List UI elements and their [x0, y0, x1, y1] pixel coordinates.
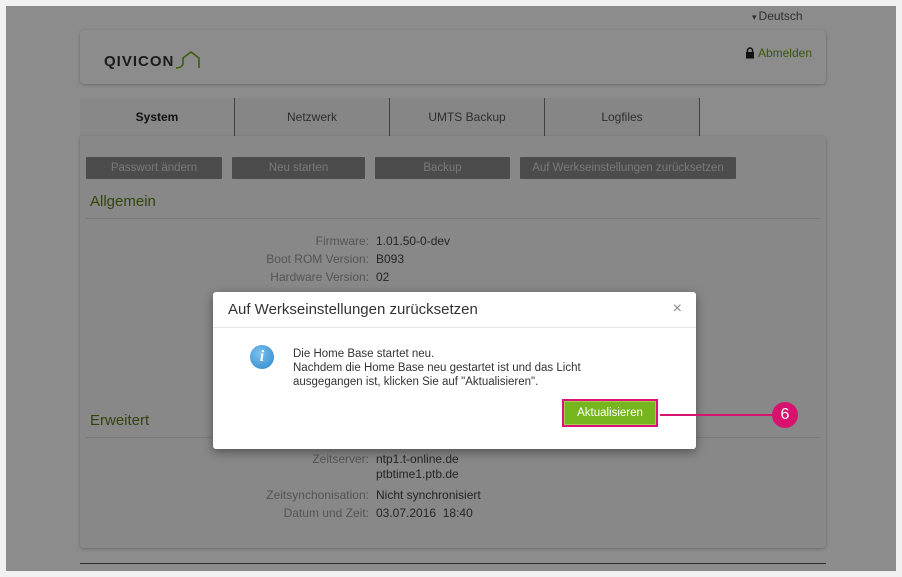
info-icon: i [250, 345, 274, 369]
dialog-message-line: ausgegangen ist, klicken Sie auf "Aktual… [293, 376, 539, 388]
dialog-header: Auf Werkseinstellungen zurücksetzen × [213, 292, 696, 328]
callout-number-badge: 6 [772, 402, 798, 428]
callout-line [660, 414, 773, 416]
refresh-button[interactable]: Aktualisieren [562, 399, 658, 427]
dialog-message: Die Home Base startet neu. Nachdem die H… [293, 347, 581, 389]
close-icon[interactable]: × [673, 300, 682, 318]
dialog-message-line: Nachdem die Home Base neu gestartet ist … [293, 362, 581, 374]
modal-backdrop[interactable] [6, 6, 896, 571]
factory-reset-dialog: Auf Werkseinstellungen zurücksetzen × i … [213, 292, 696, 449]
dialog-message-line: Die Home Base startet neu. [293, 348, 435, 360]
dialog-title: Auf Werkseinstellungen zurücksetzen [228, 301, 478, 318]
